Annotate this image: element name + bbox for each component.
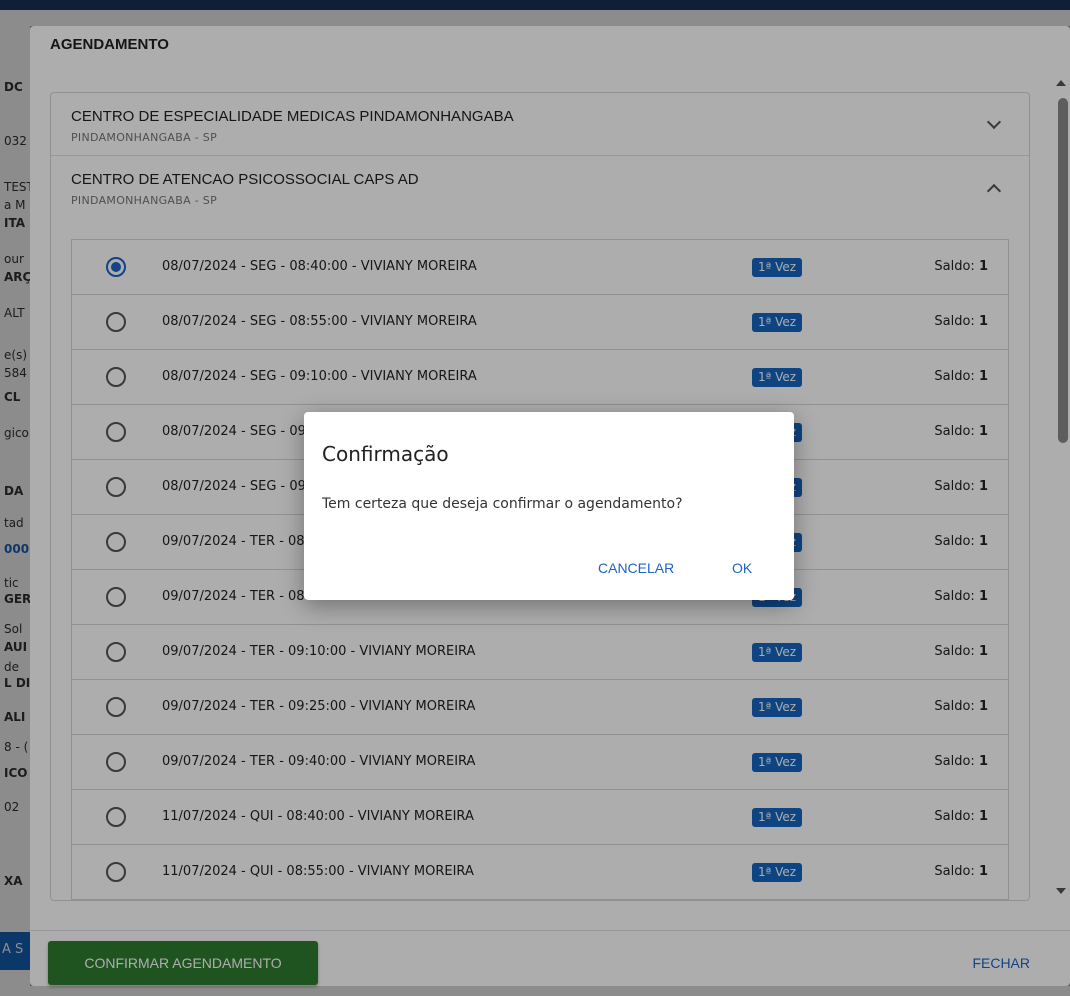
confirmation-dialog: Confirmação Tem certeza que deseja confi… — [304, 412, 794, 600]
cancel-button[interactable]: CANCELAR — [598, 560, 674, 576]
confirmation-message: Tem certeza que deseja confirmar o agend… — [322, 496, 683, 512]
confirmation-title: Confirmação — [322, 442, 449, 466]
ok-button[interactable]: OK — [732, 560, 752, 576]
